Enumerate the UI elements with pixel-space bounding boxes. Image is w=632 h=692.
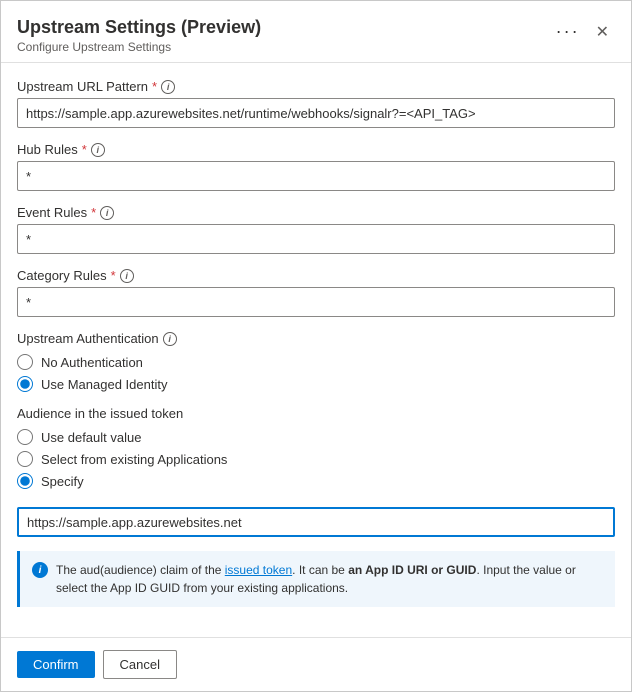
upstream-url-input[interactable] (17, 98, 615, 128)
upstream-url-label-text: Upstream URL Pattern (17, 79, 148, 94)
info-bold-text: an App ID URI or GUID (348, 563, 476, 577)
default-value-label: Use default value (41, 430, 141, 445)
confirm-button[interactable]: Confirm (17, 651, 95, 678)
event-rules-group: Event Rules * i (17, 205, 615, 254)
info-box-text: The aud(audience) claim of the issued to… (56, 561, 603, 597)
audience-group: Audience in the issued token Use default… (17, 406, 615, 537)
category-rules-label-text: Category Rules (17, 268, 107, 283)
event-rules-label: Event Rules * i (17, 205, 615, 220)
dialog-body: Upstream URL Pattern * i Hub Rules * i E… (1, 63, 631, 637)
upstream-auth-group: Upstream Authentication i No Authenticat… (17, 331, 615, 392)
upstream-url-pattern-group: Upstream URL Pattern * i (17, 79, 615, 128)
required-star: * (152, 79, 157, 94)
specify-radio-item[interactable]: Specify (17, 473, 615, 489)
hub-rules-label-text: Hub Rules (17, 142, 78, 157)
dialog-header: Upstream Settings (Preview) Configure Up… (1, 1, 631, 63)
ellipsis-icon: ··· (556, 21, 580, 42)
managed-identity-label: Use Managed Identity (41, 377, 167, 392)
title-text: Upstream Settings (Preview) (17, 17, 261, 38)
no-auth-radio[interactable] (17, 354, 33, 370)
default-value-radio[interactable] (17, 429, 33, 445)
info-text-before: The aud(audience) claim of the (56, 563, 225, 577)
event-rules-input[interactable] (17, 224, 615, 254)
existing-apps-radio-item[interactable]: Select from existing Applications (17, 451, 615, 467)
specify-value-input[interactable] (17, 507, 615, 537)
hub-rules-label: Hub Rules * i (17, 142, 615, 157)
dialog-footer: Confirm Cancel (1, 637, 631, 691)
info-box: i The aud(audience) claim of the issued … (17, 551, 615, 607)
event-rules-label-text: Event Rules (17, 205, 87, 220)
upstream-auth-info-icon[interactable]: i (163, 332, 177, 346)
no-auth-radio-item[interactable]: No Authentication (17, 354, 615, 370)
upstream-url-label: Upstream URL Pattern * i (17, 79, 615, 94)
dialog-title-area: Upstream Settings (Preview) Configure Up… (17, 17, 261, 54)
dialog-title: Upstream Settings (Preview) (17, 17, 261, 38)
existing-apps-label: Select from existing Applications (41, 452, 227, 467)
audience-radio-group: Use default value Select from existing A… (17, 429, 615, 489)
close-button[interactable]: ✕ (590, 18, 615, 46)
no-auth-label: No Authentication (41, 355, 143, 370)
upstream-auth-label-text: Upstream Authentication (17, 331, 159, 346)
audience-label-text: Audience in the issued token (17, 406, 183, 421)
hub-required-star: * (82, 142, 87, 157)
upstream-settings-dialog: Upstream Settings (Preview) Configure Up… (0, 0, 632, 692)
specify-radio[interactable] (17, 473, 33, 489)
category-required-star: * (111, 268, 116, 283)
managed-identity-radio-item[interactable]: Use Managed Identity (17, 376, 615, 392)
info-box-icon: i (32, 562, 48, 578)
hub-rules-input[interactable] (17, 161, 615, 191)
header-actions: ··· ✕ (550, 17, 615, 46)
default-value-radio-item[interactable]: Use default value (17, 429, 615, 445)
info-text-middle: . It can be (292, 563, 348, 577)
upstream-url-info-icon[interactable]: i (161, 80, 175, 94)
existing-apps-radio[interactable] (17, 451, 33, 467)
managed-identity-radio[interactable] (17, 376, 33, 392)
category-rules-input[interactable] (17, 287, 615, 317)
category-rules-label: Category Rules * i (17, 268, 615, 283)
cancel-button[interactable]: Cancel (103, 650, 177, 679)
dialog-subtitle: Configure Upstream Settings (17, 40, 261, 54)
upstream-auth-label: Upstream Authentication i (17, 331, 615, 346)
more-options-button[interactable]: ··· (550, 17, 586, 46)
specify-label: Specify (41, 474, 84, 489)
upstream-auth-radio-group: No Authentication Use Managed Identity (17, 354, 615, 392)
category-rules-info-icon[interactable]: i (120, 269, 134, 283)
event-required-star: * (91, 205, 96, 220)
issued-token-link[interactable]: issued token (225, 563, 292, 577)
hub-rules-info-icon[interactable]: i (91, 143, 105, 157)
close-icon: ✕ (596, 22, 609, 42)
category-rules-group: Category Rules * i (17, 268, 615, 317)
hub-rules-group: Hub Rules * i (17, 142, 615, 191)
audience-section-label: Audience in the issued token (17, 406, 615, 421)
event-rules-info-icon[interactable]: i (100, 206, 114, 220)
